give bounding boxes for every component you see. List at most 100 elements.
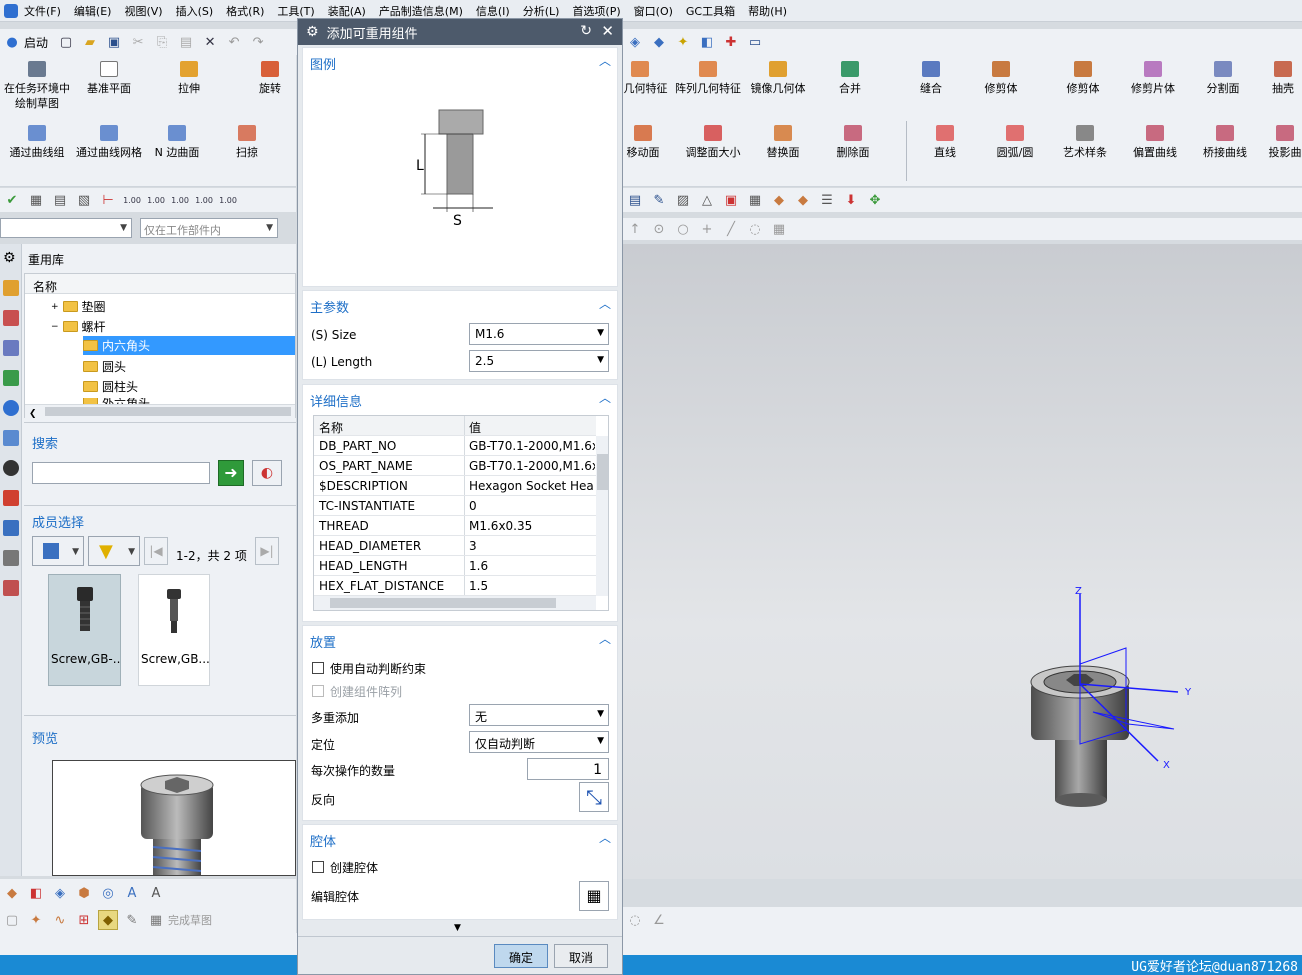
view-icon[interactable]: ◎ — [98, 883, 118, 903]
delete-icon[interactable]: ✕ — [200, 32, 220, 52]
gear-icon[interactable]: ⚙ — [306, 24, 319, 40]
brush-icon[interactable]: ✎ — [122, 910, 142, 930]
snap-point-icon[interactable]: ◌ — [745, 219, 765, 239]
part-navigator-icon[interactable] — [3, 340, 19, 356]
point-icon[interactable]: ✦ — [26, 910, 46, 930]
snap-center-icon[interactable]: ⊙ — [649, 219, 669, 239]
tree-item-hex-socket-selected[interactable]: 内六角头 — [83, 336, 295, 355]
create-cavity-checkbox[interactable] — [312, 861, 324, 873]
table-row[interactable]: OS_PART_NAME GB-T70.1-2000,M1.6x — [314, 456, 596, 476]
position-dropdown[interactable]: 仅自动判断 ▼ — [469, 731, 609, 753]
grid-small-icon[interactable]: ▦ — [146, 910, 166, 930]
text-icon[interactable]: A — [122, 883, 142, 903]
constraint-icon[interactable]: ⬇ — [841, 190, 861, 210]
curve-icon[interactable]: ∿ — [50, 910, 70, 930]
scroll-thumb[interactable] — [597, 454, 608, 490]
studio-spline-button[interactable]: 艺术样条 — [1050, 125, 1120, 160]
menu-gc-toolbox[interactable]: GC工具箱 — [686, 3, 735, 19]
select-filter-icon[interactable]: ▦ — [26, 190, 46, 210]
finish-sketch-button[interactable]: 完成草图 — [168, 912, 212, 928]
trim-body-2-button[interactable]: 修剪体 — [1048, 61, 1118, 96]
hatch-icon[interactable]: ▨ — [673, 190, 693, 210]
chevron-up-icon[interactable]: ︿ — [599, 630, 611, 647]
offset-curve-button[interactable]: 偏置曲线 — [1120, 125, 1190, 160]
bridge-curve-button[interactable]: 桥接曲线 — [1190, 125, 1260, 160]
check-icon[interactable]: ✔ — [2, 190, 22, 210]
menu-tools[interactable]: 工具(T) — [277, 3, 314, 19]
auto-constraint-checkbox[interactable] — [312, 662, 324, 674]
tolerance-2-icon[interactable]: 1.00 — [146, 190, 166, 210]
triangle-icon[interactable]: △ — [697, 190, 717, 210]
process-studio-icon[interactable] — [3, 490, 19, 506]
table-row[interactable]: HEX_FLAT_DISTANCE 1.5 — [314, 576, 596, 596]
assembly-navigator-icon[interactable] — [3, 280, 19, 296]
undo-icon[interactable]: ↶ — [224, 32, 244, 52]
history-icon[interactable] — [3, 430, 19, 446]
datum-plane-button[interactable]: 基准平面 — [74, 61, 144, 96]
start-icon[interactable]: ● — [2, 32, 22, 52]
n-sided-surface-button[interactable]: N 边曲面 — [142, 125, 212, 160]
delete-face-button[interactable]: 删除面 — [818, 125, 888, 160]
pattern-geometry-button[interactable]: 阵列几何特征 — [673, 61, 743, 96]
sketch-small-icon[interactable]: ▢ — [2, 910, 22, 930]
clock-icon[interactable] — [3, 460, 19, 476]
menu-help[interactable]: 帮助(H) — [748, 3, 787, 19]
snap-line-icon[interactable]: ╱ — [721, 219, 741, 239]
extrude-button[interactable]: 拉伸 — [154, 61, 224, 96]
gear-icon[interactable]: ⚙ — [3, 250, 19, 266]
redo-icon[interactable]: ↷ — [248, 32, 268, 52]
chevron-up-icon[interactable]: ︿ — [599, 52, 611, 69]
through-curves-button[interactable]: 通过曲线组 — [2, 125, 72, 160]
save-icon[interactable]: ▣ — [104, 32, 124, 52]
member-item-2[interactable]: Screw,GB... — [138, 574, 210, 686]
trim-body-button[interactable]: 修剪体 — [966, 61, 1036, 96]
snap-cross-icon[interactable]: + — [697, 219, 717, 239]
paste-icon[interactable]: ▤ — [176, 32, 196, 52]
multi-add-dropdown[interactable]: 无 ▼ — [469, 704, 609, 726]
vertical-scrollbar[interactable] — [596, 436, 608, 596]
snap-grid-icon[interactable]: ▦ — [769, 219, 789, 239]
tree-horizontal-scrollbar[interactable]: ❮ — [25, 404, 295, 419]
sew-button[interactable]: 缝合 — [896, 61, 966, 96]
search-input[interactable] — [32, 462, 210, 484]
mirror-geometry-button[interactable]: 镜像几何体 — [743, 61, 813, 96]
tolerance-1-icon[interactable]: 1.00 — [122, 190, 142, 210]
sketch-in-task-button[interactable]: 在任务环境中绘制草图 — [2, 61, 72, 111]
symbol-icon[interactable]: ▣ — [721, 190, 741, 210]
shell-button[interactable]: 抽壳 — [1258, 61, 1302, 96]
close-icon[interactable]: ✕ — [601, 22, 614, 40]
wcs-icon[interactable]: ✚ — [721, 32, 741, 52]
scroll-thumb[interactable] — [45, 407, 291, 416]
tree-item-cylinder-head[interactable]: 圆柱头 — [83, 378, 138, 395]
member-item-1[interactable]: Screw,GB-... — [48, 574, 121, 686]
snap-small-icon[interactable]: ◌ — [625, 910, 645, 930]
show-hide-icon[interactable]: ◧ — [697, 32, 717, 52]
ok-button[interactable]: 确定 — [494, 944, 548, 968]
tree-item-washer[interactable]: + 垫圈 — [51, 298, 106, 315]
tolerance-5-icon[interactable]: 1.00 — [218, 190, 238, 210]
start-menu-label[interactable]: 启动 — [24, 34, 48, 51]
menu-preferences[interactable]: 首选项(P) — [572, 3, 620, 19]
component-icon[interactable]: ◧ — [26, 883, 46, 903]
table-icon[interactable]: ▤ — [625, 190, 645, 210]
tolerance-4-icon[interactable]: 1.00 — [194, 190, 214, 210]
dimension-icon[interactable]: ⊢ — [98, 190, 118, 210]
revolve-button[interactable]: 旋转 — [235, 61, 305, 96]
table-row[interactable]: $DESCRIPTION Hexagon Socket Hea — [314, 476, 596, 496]
menu-window[interactable]: 窗口(O) — [634, 3, 673, 19]
length-dropdown[interactable]: 2.5 ▼ — [469, 350, 609, 372]
table-row[interactable]: DB_PART_NO GB-T70.1-2000,M1.6x — [314, 436, 596, 456]
menu-file[interactable]: 文件(F) — [24, 3, 61, 19]
arc-circle-button[interactable]: 圆弧/圆 — [980, 125, 1050, 160]
pencil-icon[interactable]: ✎ — [649, 190, 669, 210]
count-input[interactable]: 1 — [527, 758, 609, 780]
text-size-icon[interactable]: A — [146, 883, 166, 903]
table-row[interactable]: HEAD_LENGTH 1.6 — [314, 556, 596, 576]
layer-icon[interactable]: ☰ — [817, 190, 837, 210]
select-all-icon[interactable]: ▤ — [50, 190, 70, 210]
snap-icon[interactable]: ✦ — [673, 32, 693, 52]
size-dropdown[interactable]: M1.6 ▼ — [469, 323, 609, 345]
resize-face-button[interactable]: 调整面大小 — [678, 125, 748, 160]
prev-page-button[interactable]: |◀ — [144, 537, 168, 565]
manufacturing-wizard-icon[interactable] — [3, 520, 19, 536]
